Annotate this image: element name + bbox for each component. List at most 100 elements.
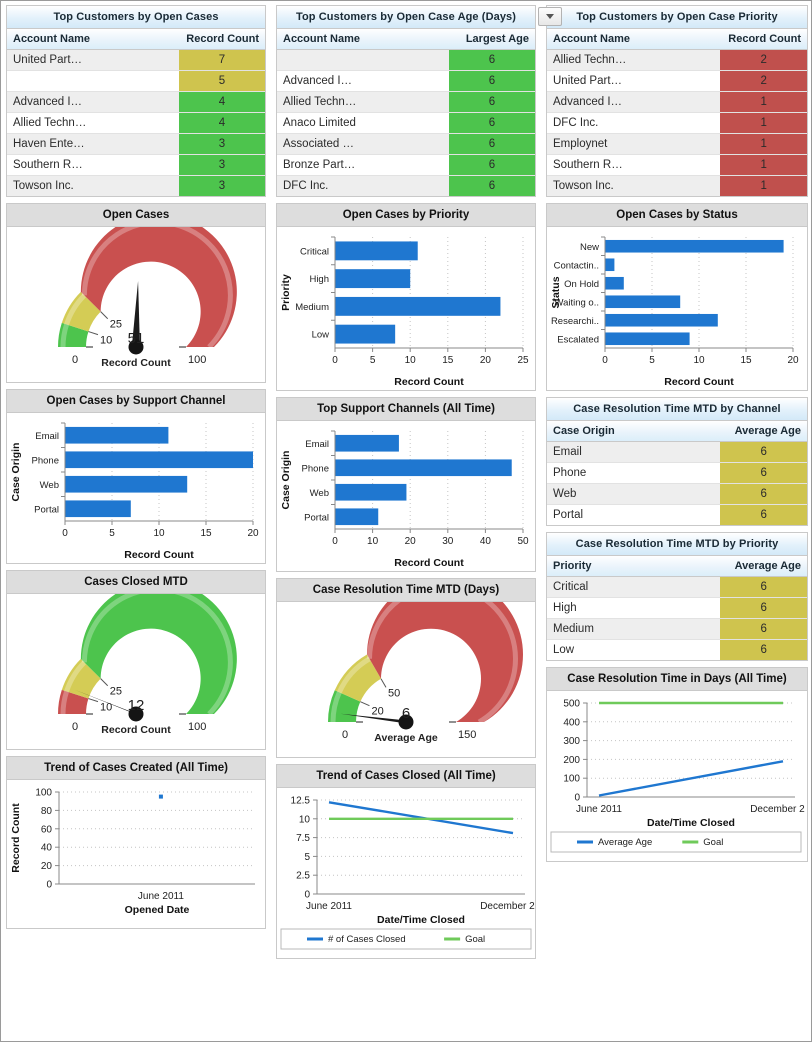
column-header-name[interactable]: Case Origin xyxy=(547,421,634,442)
table-row[interactable]: DFC Inc. 6 xyxy=(277,176,535,197)
chart-body: 1025010012Record Count xyxy=(7,594,265,749)
cell-account-name: Southern Research Co. xyxy=(7,155,93,176)
table-row[interactable]: United Partners* 2 xyxy=(547,71,807,92)
column-header-name[interactable]: Account Name xyxy=(547,29,634,50)
chart-top-support-channels[interactable]: Top Support Channels (All Time) EmailPho… xyxy=(276,397,536,572)
table-row[interactable]: Southern Research Co. 1 xyxy=(547,155,807,176)
table-row[interactable]: Advanced Interconnections Corp* 4 xyxy=(7,92,265,113)
table-row[interactable]: Towson Inc. 3 xyxy=(7,176,265,197)
bar-chart-svg: CriticalHighMediumLow0510152025Record Co… xyxy=(277,227,535,390)
svg-text:400: 400 xyxy=(563,717,580,728)
svg-text:Escalated: Escalated xyxy=(557,334,599,345)
cell-spacer xyxy=(634,577,721,598)
column-header-value[interactable]: Largest Age xyxy=(363,29,535,50)
svg-text:Opened Date: Opened Date xyxy=(125,904,190,916)
chart-open-cases-by-channel[interactable]: Open Cases by Support Channel EmailPhone… xyxy=(6,389,266,564)
chart-open-cases-by-priority[interactable]: Open Cases by Priority CriticalHighMediu… xyxy=(276,203,536,391)
gauge-value: 6 xyxy=(277,705,535,722)
table-row[interactable]: Anaco Limited 6 xyxy=(277,113,535,134)
report-resolution-mtd-priority[interactable]: Case Resolution Time MTD by Priority Pri… xyxy=(546,532,808,661)
column-header-name[interactable]: Account Name xyxy=(7,29,93,50)
cell-account-name: DFC Inc. xyxy=(277,176,363,197)
report-rows: 6Advanced Interconnections Corp* 6Allied… xyxy=(277,50,535,197)
table-row[interactable]: Associated Supply Co. 6 xyxy=(277,134,535,155)
chart-case-resolution-mtd-gauge[interactable]: Case Resolution Time MTD (Days) 20500150… xyxy=(276,578,536,758)
table-row[interactable]: Portal 6 xyxy=(547,505,807,526)
chart-cases-closed-mtd-gauge[interactable]: Cases Closed MTD 1025010012Record Count xyxy=(6,570,266,750)
svg-text:0: 0 xyxy=(574,793,580,804)
chart-open-cases-gauge[interactable]: Open Cases 1025010051Record Count xyxy=(6,203,266,383)
table-row[interactable]: High 6 xyxy=(547,598,807,619)
table-row[interactable]: Southern Research Co. 3 xyxy=(7,155,265,176)
table-row[interactable]: Towson Inc. 1 xyxy=(547,176,807,197)
table-row[interactable]: Allied Technologies 2 xyxy=(547,50,807,71)
report-resolution-mtd-channel[interactable]: Case Resolution Time MTD by Channel Case… xyxy=(546,397,808,526)
report-top-customers-case-priority[interactable]: Top Customers by Open Case Priority Acco… xyxy=(546,5,808,197)
table-row[interactable]: Haven Enterprises 3 xyxy=(7,134,265,155)
report-table: Case Origin Average Age Email 6Phone 6We… xyxy=(547,421,807,525)
column-header-value[interactable]: Record Count xyxy=(93,29,265,50)
gauge-value: 12 xyxy=(7,697,265,714)
cell-account-name: Web xyxy=(547,484,634,505)
table-row[interactable]: Employnet 1 xyxy=(547,134,807,155)
table-row[interactable]: Critical 6 xyxy=(547,577,807,598)
cell-value: 6 xyxy=(720,598,807,619)
cell-value: 6 xyxy=(720,619,807,640)
gauge-metric-label: Record Count xyxy=(7,724,265,736)
table-row[interactable]: Bronze Partners 6 xyxy=(277,155,535,176)
panel-title: Top Customers by Open Case Priority xyxy=(547,6,807,29)
table-row[interactable]: Advanced Interconnections Corp* 1 xyxy=(547,92,807,113)
svg-text:0: 0 xyxy=(62,528,68,539)
report-top-customers-case-age[interactable]: Top Customers by Open Case Age (Days) Ac… xyxy=(276,5,536,197)
table-row[interactable]: DFC Inc. 1 xyxy=(547,113,807,134)
table-row[interactable]: 6 xyxy=(277,50,535,71)
column-header-value[interactable]: Average Age xyxy=(634,556,807,577)
panel-title: Top Customers by Open Case Age (Days) xyxy=(277,6,535,29)
chart-trend-cases-created[interactable]: Trend of Cases Created (All Time) 020406… xyxy=(6,756,266,929)
svg-text:20: 20 xyxy=(480,355,492,366)
table-row[interactable]: Low 6 xyxy=(547,640,807,661)
table-header-row: Account Name Largest Age xyxy=(277,29,535,50)
column-header-name[interactable]: Priority xyxy=(547,556,634,577)
report-rows: Critical 6High 6Medium 6Low 6 xyxy=(547,577,807,661)
bar-chart-svg: EmailPhoneWebPortal05101520Record CountC… xyxy=(7,413,265,563)
dashboard-column-3: Top Customers by Open Case Priority Acco… xyxy=(541,1,812,868)
column-header-value[interactable]: Record Count xyxy=(634,29,807,50)
svg-text:0: 0 xyxy=(602,355,608,366)
cell-spacer xyxy=(93,113,179,134)
cell-account-name: Allied Technologies xyxy=(7,113,93,134)
column-header-value[interactable]: Average Age xyxy=(634,421,807,442)
table-row[interactable]: Phone 6 xyxy=(547,463,807,484)
report-top-customers-open-cases[interactable]: Top Customers by Open Cases Account Name… xyxy=(6,5,266,197)
dashboard-dropdown-button[interactable] xyxy=(538,7,562,26)
cell-spacer xyxy=(363,92,449,113)
cell-spacer xyxy=(634,155,721,176)
table-row[interactable]: Allied Technologies 6 xyxy=(277,92,535,113)
report-rows: United Partners* 7 5Advanced Interconnec… xyxy=(7,50,265,197)
chart-case-resolution-all-time[interactable]: Case Resolution Time in Days (All Time) … xyxy=(546,667,808,862)
cell-spacer xyxy=(634,484,721,505)
table-row[interactable]: Medium 6 xyxy=(547,619,807,640)
cell-spacer xyxy=(93,50,179,71)
table-row[interactable]: Advanced Interconnections Corp* 6 xyxy=(277,71,535,92)
svg-text:10: 10 xyxy=(405,355,417,366)
table-row[interactable]: Web 6 xyxy=(547,484,807,505)
cell-account-name: Advanced Interconnections Corp* xyxy=(7,92,93,113)
svg-text:10: 10 xyxy=(153,528,165,539)
panel-title: Open Cases by Status xyxy=(547,204,807,227)
column-header-name[interactable]: Account Name xyxy=(277,29,363,50)
cell-account-name: Allied Technologies xyxy=(277,92,363,113)
cell-value: 6 xyxy=(449,155,535,176)
table-row[interactable]: United Partners* 7 xyxy=(7,50,265,71)
table-row[interactable]: Allied Technologies 4 xyxy=(7,113,265,134)
cell-account-name xyxy=(7,71,93,92)
table-row[interactable]: 5 xyxy=(7,71,265,92)
table-row[interactable]: Email 6 xyxy=(547,442,807,463)
svg-text:Average Age: Average Age xyxy=(598,837,652,848)
cell-account-name: Advanced Interconnections Corp* xyxy=(547,92,634,113)
chart-body: EmailPhoneWebPortal01020304050Record Cou… xyxy=(277,421,535,571)
chart-body: 02.557.51012.5June 2011December 20..Date… xyxy=(277,788,535,958)
chart-open-cases-by-status[interactable]: Open Cases by Status NewContactin..On Ho… xyxy=(546,203,808,391)
svg-text:5: 5 xyxy=(109,528,115,539)
chart-trend-cases-closed[interactable]: Trend of Cases Closed (All Time) 02.557.… xyxy=(276,764,536,959)
